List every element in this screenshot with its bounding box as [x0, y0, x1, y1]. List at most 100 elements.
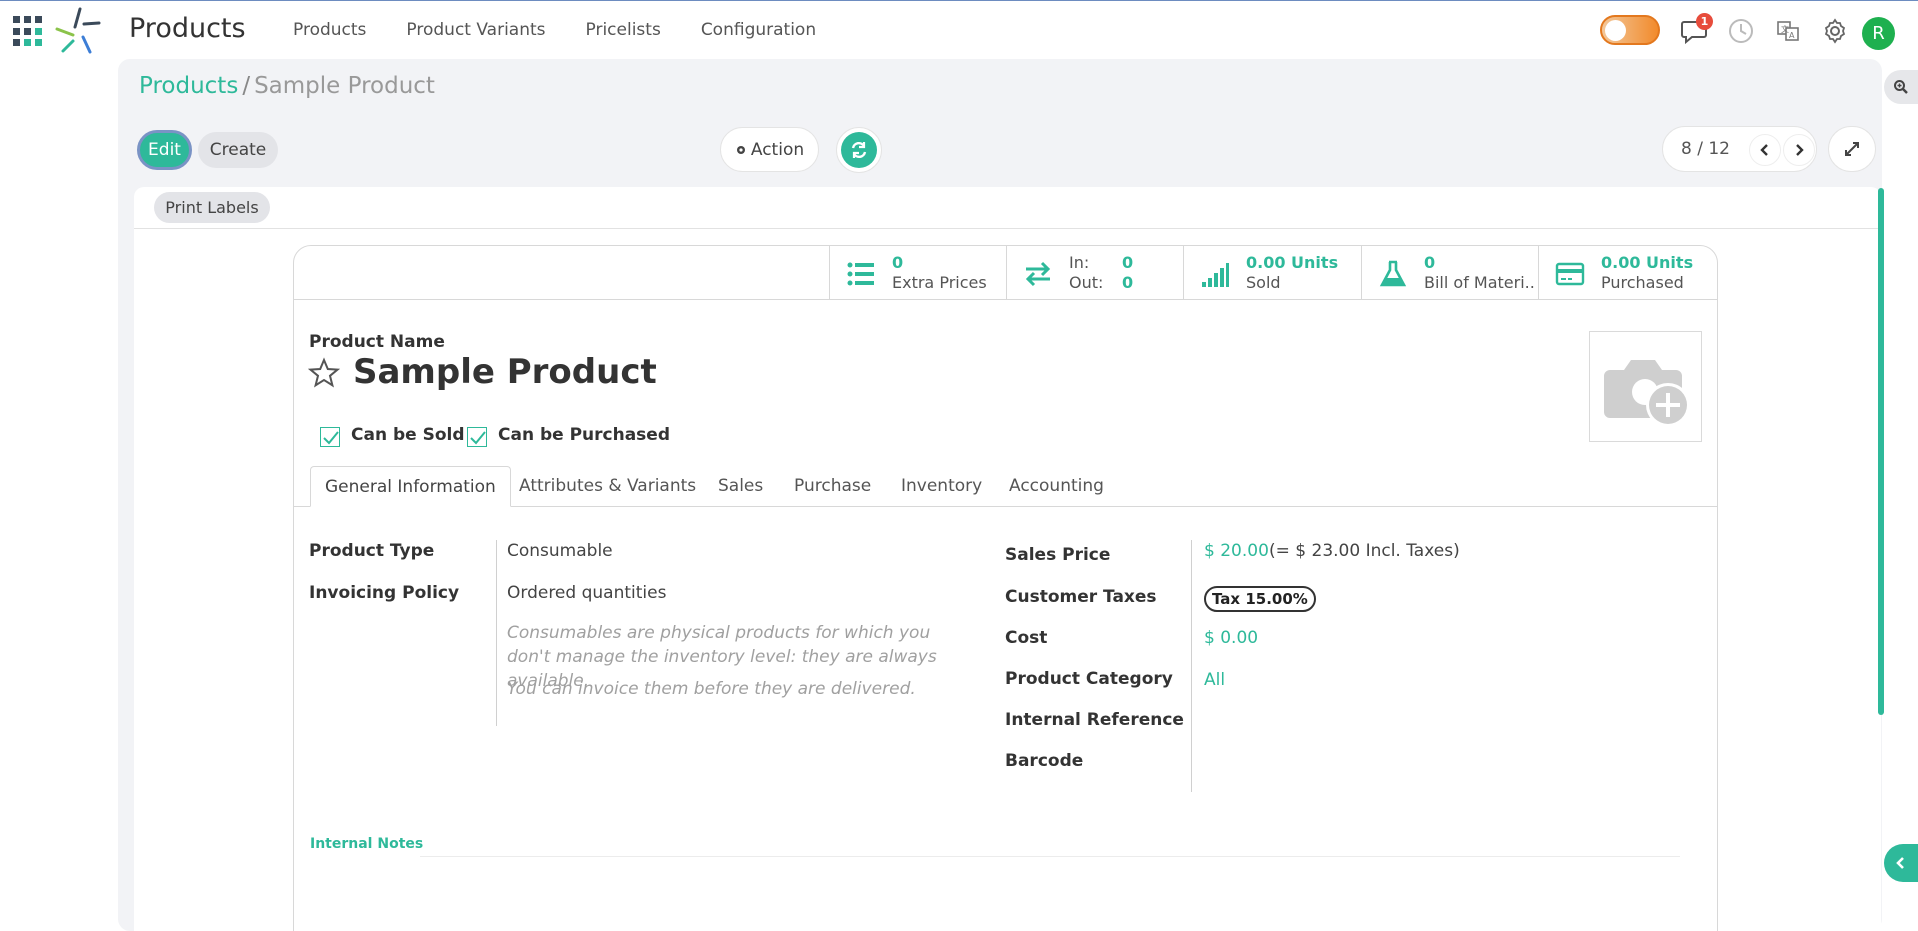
menu-item-products[interactable]: Products — [293, 20, 366, 40]
theme-toggle[interactable] — [1600, 15, 1660, 45]
product-type-label: Product Type — [309, 541, 435, 561]
extra-prices-label: Extra Prices — [892, 273, 987, 292]
side-panel-toggle[interactable] — [1884, 844, 1918, 882]
main-menu: Products Product Variants Pricelists Con… — [293, 20, 856, 40]
out-value: 0 — [1122, 273, 1134, 292]
barcode-label: Barcode — [1005, 751, 1084, 771]
chevron-left-icon — [1896, 857, 1904, 869]
tab-general-information[interactable]: General Information — [310, 466, 511, 507]
menu-item-pricelists[interactable]: Pricelists — [586, 20, 661, 40]
scrollbar[interactable] — [1878, 188, 1884, 715]
favorite-star-icon[interactable] — [308, 357, 340, 389]
menu-item-product-variants[interactable]: Product Variants — [406, 20, 545, 40]
create-button[interactable]: Create — [198, 132, 278, 168]
apps-grid-icon[interactable] — [13, 16, 45, 48]
extra-prices-button[interactable]: 0 Extra Prices — [829, 246, 1006, 300]
breadcrumb: Products / Sample Product — [139, 73, 435, 99]
pager-value[interactable]: 8 / 12 — [1681, 139, 1730, 159]
purchased-value: 0.00 Units — [1601, 253, 1694, 272]
field-separator — [1191, 540, 1192, 792]
refresh-button[interactable] — [836, 127, 882, 173]
in-out-button[interactable]: In: 0 Out: 0 — [1006, 246, 1183, 300]
toggle-knob — [1605, 20, 1626, 41]
chevron-right-icon — [1796, 144, 1804, 156]
can-be-purchased-checkbox[interactable] — [467, 427, 487, 447]
camera-plus-icon — [1604, 360, 1690, 427]
field-separator — [496, 540, 497, 726]
sales-price-incl-taxes: (= $ 23.00 Incl. Taxes) — [1269, 541, 1460, 561]
gear-icon[interactable] — [1821, 17, 1849, 45]
bill-of-materials-button[interactable]: 0 Bill of Materi... — [1361, 246, 1538, 300]
sold-value: 0.00 Units — [1246, 253, 1339, 272]
invoicing-policy-field[interactable]: Ordered quantities — [507, 583, 666, 603]
tab-sales[interactable]: Sales — [718, 466, 763, 507]
bom-value: 0 — [1424, 253, 1436, 272]
signal-bars-icon — [1202, 263, 1229, 287]
in-value: 0 — [1122, 253, 1134, 272]
tab-attributes-variants[interactable]: Attributes & Variants — [519, 466, 696, 507]
pager: 8 / 12 — [1662, 126, 1817, 172]
breadcrumb-separator: / — [242, 73, 251, 99]
bom-label: Bill of Materi... — [1424, 273, 1534, 292]
checkmark-icon — [323, 431, 339, 445]
clock-icon[interactable] — [1727, 17, 1755, 45]
invoice-help-text: You can invoice them before they are del… — [507, 679, 916, 699]
edit-button[interactable]: Edit — [137, 130, 192, 170]
product-image-upload[interactable] — [1589, 331, 1702, 442]
customer-tax-tag[interactable]: Tax 15.00% — [1204, 586, 1316, 612]
credit-card-icon — [1555, 262, 1585, 286]
product-name-label: Product Name — [309, 332, 445, 352]
pager-next-button[interactable] — [1783, 134, 1815, 166]
logo-icon — [55, 7, 101, 54]
product-category-label: Product Category — [1005, 669, 1173, 689]
fullscreen-button[interactable] — [1828, 126, 1876, 172]
pager-previous-button[interactable] — [1749, 134, 1781, 166]
can-be-sold-label: Can be Sold — [351, 425, 465, 445]
purchased-label: Purchased — [1601, 273, 1684, 292]
app-title: Products — [129, 13, 246, 44]
gear-icon — [736, 145, 745, 154]
breadcrumb-current: Sample Product — [254, 73, 435, 99]
language-icon[interactable]: 文 A — [1774, 17, 1802, 45]
product-name[interactable]: Sample Product — [353, 352, 657, 392]
tab-accounting[interactable]: Accounting — [1009, 466, 1104, 507]
flask-icon — [1379, 260, 1407, 287]
can-be-sold-checkbox[interactable] — [320, 427, 340, 447]
product-type-field[interactable]: Consumable — [507, 541, 613, 561]
action-button[interactable]: Action — [720, 127, 819, 172]
svg-text:文: 文 — [1781, 24, 1789, 34]
customer-taxes-label: Customer Taxes — [1005, 587, 1157, 607]
tab-inventory[interactable]: Inventory — [901, 466, 982, 507]
user-avatar[interactable]: R — [1862, 17, 1895, 50]
internal-reference-label: Internal Reference — [1005, 710, 1184, 730]
sales-price-field[interactable]: $ 20.00 — [1204, 541, 1269, 561]
exchange-icon — [1025, 261, 1051, 287]
list-icon — [847, 262, 874, 286]
chevron-left-icon — [1760, 144, 1768, 156]
form-statusbar — [134, 187, 1879, 229]
breadcrumb-products-link[interactable]: Products — [139, 73, 238, 99]
top-navbar: Products Products Product Variants Price… — [0, 1, 1918, 59]
internal-notes-separator — [420, 856, 1680, 857]
svg-text:A: A — [1789, 31, 1795, 40]
purchased-button[interactable]: 0.00 Units Purchased — [1538, 246, 1717, 300]
can-be-purchased-label: Can be Purchased — [498, 425, 671, 445]
out-label: Out: — [1069, 273, 1104, 292]
sold-label: Sold — [1246, 273, 1281, 292]
extra-prices-value: 0 — [892, 253, 904, 272]
tab-purchase[interactable]: Purchase — [794, 466, 871, 507]
print-labels-button[interactable]: Print Labels — [154, 192, 270, 223]
invoicing-policy-label: Invoicing Policy — [309, 583, 460, 603]
sold-button[interactable]: 0.00 Units Sold — [1183, 246, 1361, 300]
side-search-button[interactable] — [1884, 70, 1918, 104]
cost-label: Cost — [1005, 628, 1048, 648]
cost-field[interactable]: $ 0.00 — [1204, 628, 1258, 648]
product-category-field[interactable]: All — [1204, 670, 1225, 690]
notification-badge: 1 — [1696, 13, 1713, 30]
in-label: In: — [1069, 253, 1090, 272]
action-label: Action — [750, 139, 805, 160]
menu-item-configuration[interactable]: Configuration — [701, 20, 816, 40]
internal-notes-label: Internal Notes — [310, 836, 424, 852]
zoom-in-icon — [1894, 80, 1908, 94]
expand-icon — [1845, 142, 1859, 156]
